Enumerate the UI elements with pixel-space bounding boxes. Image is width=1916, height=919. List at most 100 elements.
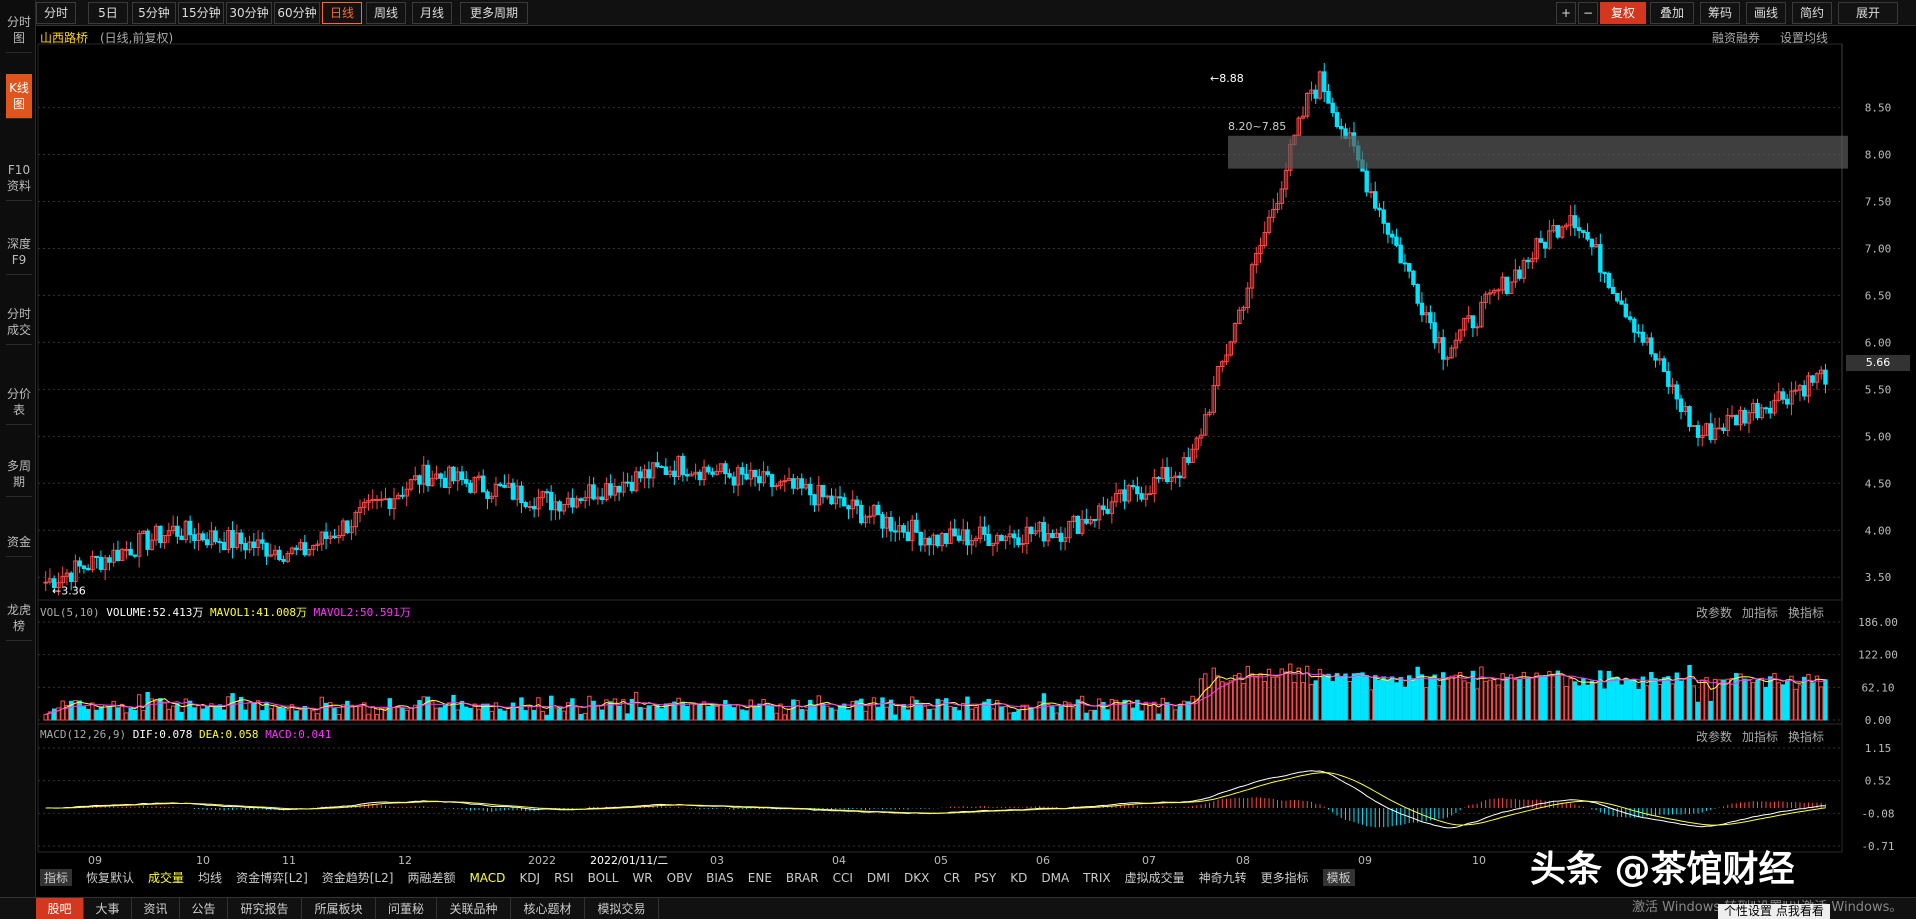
volume-bar bbox=[502, 710, 507, 721]
candle-body bbox=[625, 481, 630, 484]
indicator-tab-5[interactable]: 资金趋势[L2] bbox=[322, 869, 394, 886]
macd-value: MACD:0.041 bbox=[265, 728, 332, 741]
bottom-tab-4[interactable]: 研究报告 bbox=[228, 898, 302, 919]
volume-bar bbox=[1462, 680, 1467, 721]
volume-bar bbox=[553, 707, 558, 721]
volume-bar bbox=[999, 706, 1004, 721]
volume-bar bbox=[81, 706, 87, 721]
candle-body bbox=[1432, 322, 1437, 344]
macd-params-button[interactable]: 改参数 bbox=[1696, 728, 1732, 745]
candle-body bbox=[132, 554, 138, 557]
candle-body bbox=[238, 532, 244, 545]
indicator-tab-18[interactable]: DKX bbox=[904, 871, 929, 885]
indicator-tab-7[interactable]: MACD bbox=[469, 871, 505, 885]
volume-bar bbox=[548, 695, 554, 721]
candle-body bbox=[1156, 477, 1161, 480]
volume-bar bbox=[1504, 676, 1510, 721]
month-label: 2022 bbox=[528, 854, 556, 867]
macd-axis-label: 0.52 bbox=[1865, 775, 1892, 788]
volume-bar bbox=[850, 701, 855, 721]
candle-body bbox=[1330, 102, 1335, 114]
indicator-tab-11[interactable]: WR bbox=[632, 871, 652, 885]
volume-bar bbox=[1322, 676, 1327, 721]
personal-settings-popup[interactable]: 个性设置 点我看看 bbox=[1718, 904, 1830, 919]
indicator-tab-3[interactable]: 均线 bbox=[198, 869, 222, 886]
candle-body bbox=[192, 534, 197, 542]
indicator-tab-26[interactable]: 更多指标 bbox=[1261, 869, 1309, 886]
vol-params-button[interactable]: 改参数 bbox=[1696, 604, 1732, 621]
indicator-tab-24[interactable]: 虚拟成交量 bbox=[1125, 869, 1185, 886]
volume-bar bbox=[162, 701, 167, 721]
indicator-tab-1[interactable]: 恢复默认 bbox=[86, 869, 134, 886]
bottom-tab-8[interactable]: 核心题材 bbox=[511, 898, 585, 919]
indicator-tab-17[interactable]: DMI bbox=[867, 871, 890, 885]
watermark: 头条 @茶馆财经 bbox=[1530, 849, 1795, 890]
indicator-tab-25[interactable]: 神奇九转 bbox=[1199, 869, 1247, 886]
indicator-tab-16[interactable]: CCI bbox=[833, 871, 853, 885]
price-axis-label: 6.00 bbox=[1865, 336, 1892, 349]
bottom-tab-6[interactable]: 问董秘 bbox=[376, 898, 437, 919]
vol-add-indicator-button[interactable]: 加指标 bbox=[1742, 604, 1778, 621]
month-label: 10 bbox=[1472, 854, 1486, 867]
kline-chart[interactable]: 8.50 8.00 7.50 7.00 6.50 6.00 5.50 5.00 4.50 4.00… bbox=[0, 0, 1916, 919]
volume-bar bbox=[1411, 678, 1416, 721]
volume-bar bbox=[77, 700, 82, 721]
candle-body bbox=[570, 497, 575, 508]
volume-bar bbox=[404, 709, 409, 721]
indicator-tab-6[interactable]: 两融差额 bbox=[407, 869, 455, 886]
indicator-tab-14[interactable]: ENE bbox=[748, 871, 772, 885]
indicator-tab-4[interactable]: 资金博弈[L2] bbox=[236, 869, 308, 886]
candle-body bbox=[867, 515, 872, 518]
volume-bar bbox=[744, 710, 749, 721]
candle-body bbox=[1742, 409, 1747, 424]
indicator-tab-15[interactable]: BRAR bbox=[786, 871, 819, 885]
indicator-tab-20[interactable]: PSY bbox=[974, 871, 996, 885]
indicator-tab-27[interactable]: 模板 bbox=[1322, 869, 1355, 886]
candle-body bbox=[1041, 522, 1047, 542]
month-label: 11 bbox=[282, 854, 296, 867]
indicator-tab-0[interactable]: 指标 bbox=[40, 869, 73, 886]
indicator-tab-10[interactable]: BOLL bbox=[588, 871, 619, 885]
indicator-tab-2[interactable]: 成交量 bbox=[148, 869, 184, 886]
bottom-tab-1[interactable]: 大事 bbox=[84, 898, 132, 919]
volume-bar bbox=[1521, 671, 1527, 721]
indicator-tab-23[interactable]: TRIX bbox=[1083, 871, 1110, 885]
volume-bar bbox=[1177, 705, 1183, 721]
bottom-tab-3[interactable]: 公告 bbox=[180, 898, 228, 919]
volume-bar bbox=[1173, 709, 1178, 721]
volume-bar bbox=[366, 713, 371, 721]
indicator-tab-8[interactable]: KDJ bbox=[519, 871, 540, 885]
macd-add-indicator-button[interactable]: 加指标 bbox=[1742, 728, 1778, 745]
candle-body bbox=[1619, 300, 1624, 305]
volume-bar bbox=[213, 706, 218, 721]
indicator-tab-19[interactable]: CR bbox=[943, 871, 960, 885]
bottom-tab-0[interactable]: 股吧 bbox=[36, 898, 84, 919]
volume-bar bbox=[1542, 674, 1548, 721]
candle-body bbox=[1402, 262, 1408, 265]
volume-bar bbox=[1169, 704, 1174, 721]
macd-switch-indicator-button[interactable]: 换指标 bbox=[1788, 728, 1824, 745]
volume-bar bbox=[1768, 676, 1773, 721]
volume-bar bbox=[1351, 673, 1357, 721]
bottom-tab-7[interactable]: 关联品种 bbox=[437, 898, 511, 919]
volume-bar bbox=[51, 708, 57, 721]
indicator-tab-9[interactable]: RSI bbox=[554, 871, 574, 885]
bottom-tab-2[interactable]: 资讯 bbox=[132, 898, 180, 919]
volume-bar bbox=[98, 706, 104, 721]
candle-body bbox=[629, 481, 635, 492]
candle-body bbox=[1177, 475, 1183, 479]
volume-bar bbox=[1717, 679, 1722, 721]
candle-body bbox=[1627, 316, 1633, 320]
bottom-tab-5[interactable]: 所属板块 bbox=[302, 898, 376, 919]
indicator-tab-22[interactable]: DMA bbox=[1041, 871, 1069, 885]
volume-bar bbox=[1559, 674, 1565, 721]
indicator-tab-21[interactable]: KD bbox=[1010, 871, 1027, 885]
volume-bar bbox=[281, 707, 286, 721]
macd-name: MACD(12,26,9) bbox=[40, 728, 127, 741]
vol-switch-indicator-button[interactable]: 换指标 bbox=[1788, 604, 1824, 621]
indicator-tab-12[interactable]: OBV bbox=[667, 871, 693, 885]
bottom-tab-9[interactable]: 模拟交易 bbox=[585, 898, 659, 919]
indicator-tab-13[interactable]: BIAS bbox=[706, 871, 734, 885]
volume-bar bbox=[417, 700, 422, 721]
volume-bar bbox=[1118, 702, 1123, 721]
